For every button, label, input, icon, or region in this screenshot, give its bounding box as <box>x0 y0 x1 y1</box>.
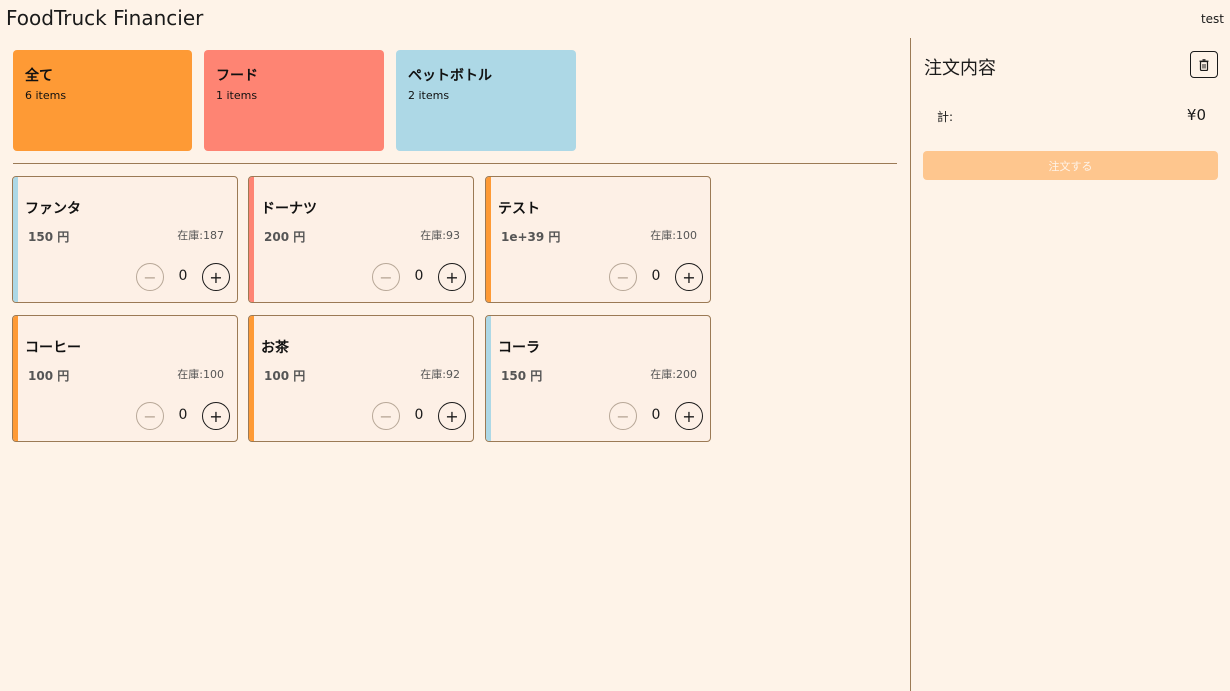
decrement-button[interactable]: − <box>136 402 164 430</box>
product-name: ファンタ <box>25 201 81 217</box>
product-price: 1e+39 円 <box>501 230 561 244</box>
product-card: コーヒー 100 円 在庫:100 − 0 + <box>12 315 238 442</box>
increment-button[interactable]: + <box>675 402 703 430</box>
product-stock: 在庫:187 <box>177 229 224 242</box>
product-price: 150 円 <box>501 369 543 383</box>
category-name: ペットボトル <box>408 68 492 84</box>
order-panel: 注文内容 計: ¥0 注文する <box>911 38 1230 691</box>
product-stock: 在庫:92 <box>420 368 460 381</box>
product-name: コーヒー <box>25 340 81 356</box>
increment-button[interactable]: + <box>202 263 230 291</box>
category-accent <box>13 316 18 441</box>
product-card: テスト 1e+39 円 在庫:100 − 0 + <box>485 176 711 303</box>
category-name: 全て <box>25 68 53 84</box>
quantity-value: 0 <box>178 407 188 423</box>
decrement-button[interactable]: − <box>372 263 400 291</box>
product-stock: 在庫:100 <box>177 368 224 381</box>
product-stock: 在庫:200 <box>650 368 697 381</box>
product-card: コーラ 150 円 在庫:200 − 0 + <box>485 315 711 442</box>
submit-order-button[interactable]: 注文する <box>923 151 1218 180</box>
product-price: 150 円 <box>28 230 70 244</box>
product-card: ドーナツ 200 円 在庫:93 − 0 + <box>248 176 474 303</box>
product-card: お茶 100 円 在庫:92 − 0 + <box>248 315 474 442</box>
section-divider <box>13 163 897 164</box>
trash-icon <box>1199 58 1209 71</box>
category-accent <box>249 316 254 441</box>
decrement-button[interactable]: − <box>609 402 637 430</box>
app-title: FoodTruck Financier <box>6 6 204 30</box>
product-price: 100 円 <box>264 369 306 383</box>
category-card-bottle[interactable]: ペットボトル 2 items <box>396 50 576 151</box>
category-count: 6 items <box>25 89 67 102</box>
order-title: 注文内容 <box>924 58 996 79</box>
quantity-value: 0 <box>651 407 661 423</box>
decrement-button[interactable]: − <box>609 263 637 291</box>
category-name: フード <box>216 68 258 84</box>
increment-button[interactable]: + <box>438 263 466 291</box>
product-name: テスト <box>498 201 540 217</box>
increment-button[interactable]: + <box>202 402 230 430</box>
category-count: 2 items <box>408 89 450 102</box>
user-name[interactable]: test <box>1201 12 1224 26</box>
category-accent <box>13 177 18 302</box>
category-count: 1 items <box>216 89 258 102</box>
increment-button[interactable]: + <box>675 263 703 291</box>
category-accent <box>486 177 491 302</box>
category-accent <box>486 316 491 441</box>
clear-order-button[interactable] <box>1190 51 1218 78</box>
product-name: コーラ <box>498 340 540 356</box>
quantity-value: 0 <box>414 268 424 284</box>
category-accent <box>249 177 254 302</box>
decrement-button[interactable]: − <box>136 263 164 291</box>
product-stock: 在庫:93 <box>420 229 460 242</box>
quantity-value: 0 <box>651 268 661 284</box>
product-stock: 在庫:100 <box>650 229 697 242</box>
category-card-all[interactable]: 全て 6 items <box>13 50 192 151</box>
total-label: 計: <box>937 110 954 124</box>
product-card: ファンタ 150 円 在庫:187 − 0 + <box>12 176 238 303</box>
quantity-value: 0 <box>178 268 188 284</box>
main-panel: 全て 6 items フード 1 items ペットボトル 2 items ファ… <box>0 38 910 691</box>
total-value: ¥0 <box>1186 106 1206 124</box>
product-name: ドーナツ <box>261 201 317 217</box>
product-price: 100 円 <box>28 369 70 383</box>
product-price: 200 円 <box>264 230 306 244</box>
decrement-button[interactable]: − <box>372 402 400 430</box>
product-name: お茶 <box>261 340 289 356</box>
increment-button[interactable]: + <box>438 402 466 430</box>
category-card-food[interactable]: フード 1 items <box>204 50 384 151</box>
quantity-value: 0 <box>414 407 424 423</box>
